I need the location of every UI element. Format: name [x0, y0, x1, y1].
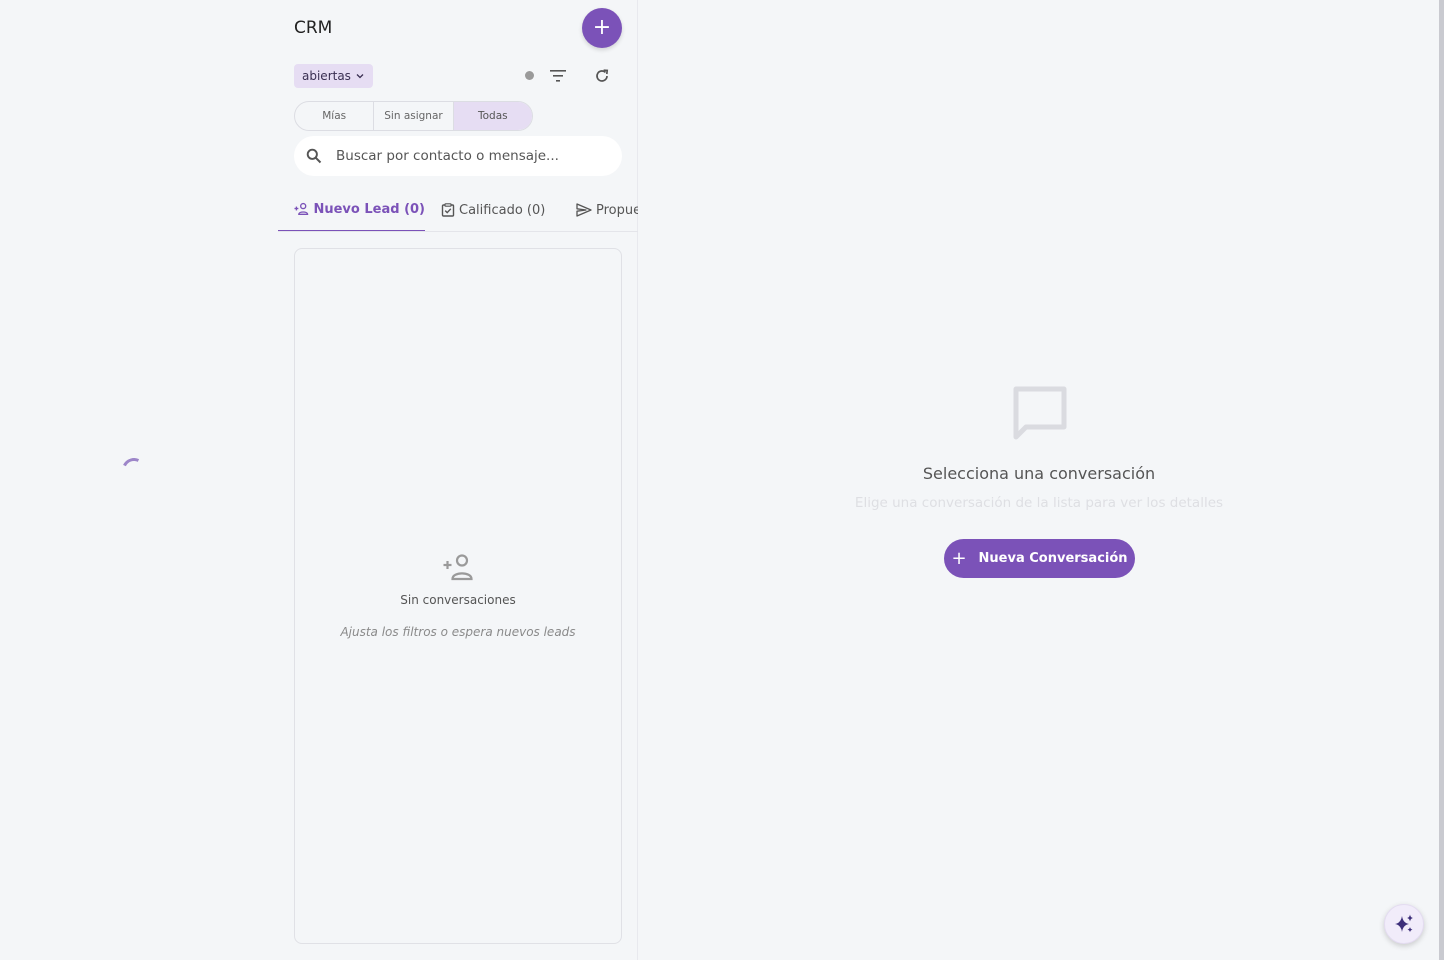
tab-label: Calificado (0) — [459, 202, 546, 218]
refresh-icon — [596, 69, 609, 82]
empty-selection-subtitle: Elige una conversación de la lista para … — [854, 495, 1224, 511]
empty-state-title: Sin conversaciones — [400, 593, 516, 607]
segment-todas[interactable]: Todas — [453, 102, 532, 130]
checkbox-icon — [441, 203, 455, 217]
chevron-down-icon — [356, 74, 364, 79]
conversation-list: Sin conversaciones Ajusta los filtros o … — [294, 248, 622, 944]
person-add-icon — [443, 554, 473, 581]
status-filter-label: abiertas — [302, 69, 351, 83]
plus-icon: + — [951, 548, 967, 569]
conversation-detail-area: Selecciona una conversación Elige una co… — [639, 0, 1439, 960]
tab-label: Propue — [596, 202, 638, 218]
search-bar — [294, 136, 622, 176]
person-add-icon — [294, 202, 309, 216]
assignment-filter: Mías Sin asignar Todas — [294, 101, 533, 131]
search-input[interactable] — [336, 148, 596, 164]
segment-mias[interactable]: Mías — [295, 102, 375, 130]
tab-label: Nuevo Lead (0) — [313, 201, 425, 217]
refresh-button[interactable] — [590, 64, 614, 88]
connection-status-dot — [525, 71, 534, 80]
empty-state-subtitle: Ajusta los filtros o espera nuevos leads — [340, 625, 576, 639]
chat-icon — [1013, 386, 1067, 440]
ai-assistant-button[interactable] — [1384, 904, 1424, 944]
new-conversation-button[interactable]: + Nueva Conversación — [944, 539, 1135, 578]
sparkles-icon — [1395, 914, 1413, 933]
new-conversation-label: Nueva Conversación — [978, 551, 1128, 566]
tab-propuesta[interactable]: Propue — [560, 188, 638, 231]
empty-selection-title: Selecciona una conversación — [922, 464, 1156, 483]
stage-tabs: Nuevo Lead (0) Calificado (0) Propue — [278, 188, 638, 232]
segment-sin-asignar[interactable]: Sin asignar — [374, 102, 454, 130]
filter-button[interactable] — [546, 64, 570, 88]
add-conversation-button[interactable]: + — [582, 8, 622, 48]
send-icon — [576, 203, 592, 217]
status-filter-dropdown[interactable]: abiertas — [294, 64, 373, 88]
loading-spinner — [118, 454, 150, 486]
search-icon — [306, 148, 322, 164]
panel-title: CRM — [294, 18, 333, 38]
filter-icon — [550, 70, 566, 82]
conversations-panel: CRM + abiertas Mías Sin asignar Todas Bu… — [278, 0, 638, 960]
tab-calificado[interactable]: Calificado (0) — [425, 188, 546, 231]
scrollbar[interactable] — [1439, 0, 1444, 960]
tab-nuevo-lead[interactable]: Nuevo Lead (0) — [278, 188, 425, 231]
